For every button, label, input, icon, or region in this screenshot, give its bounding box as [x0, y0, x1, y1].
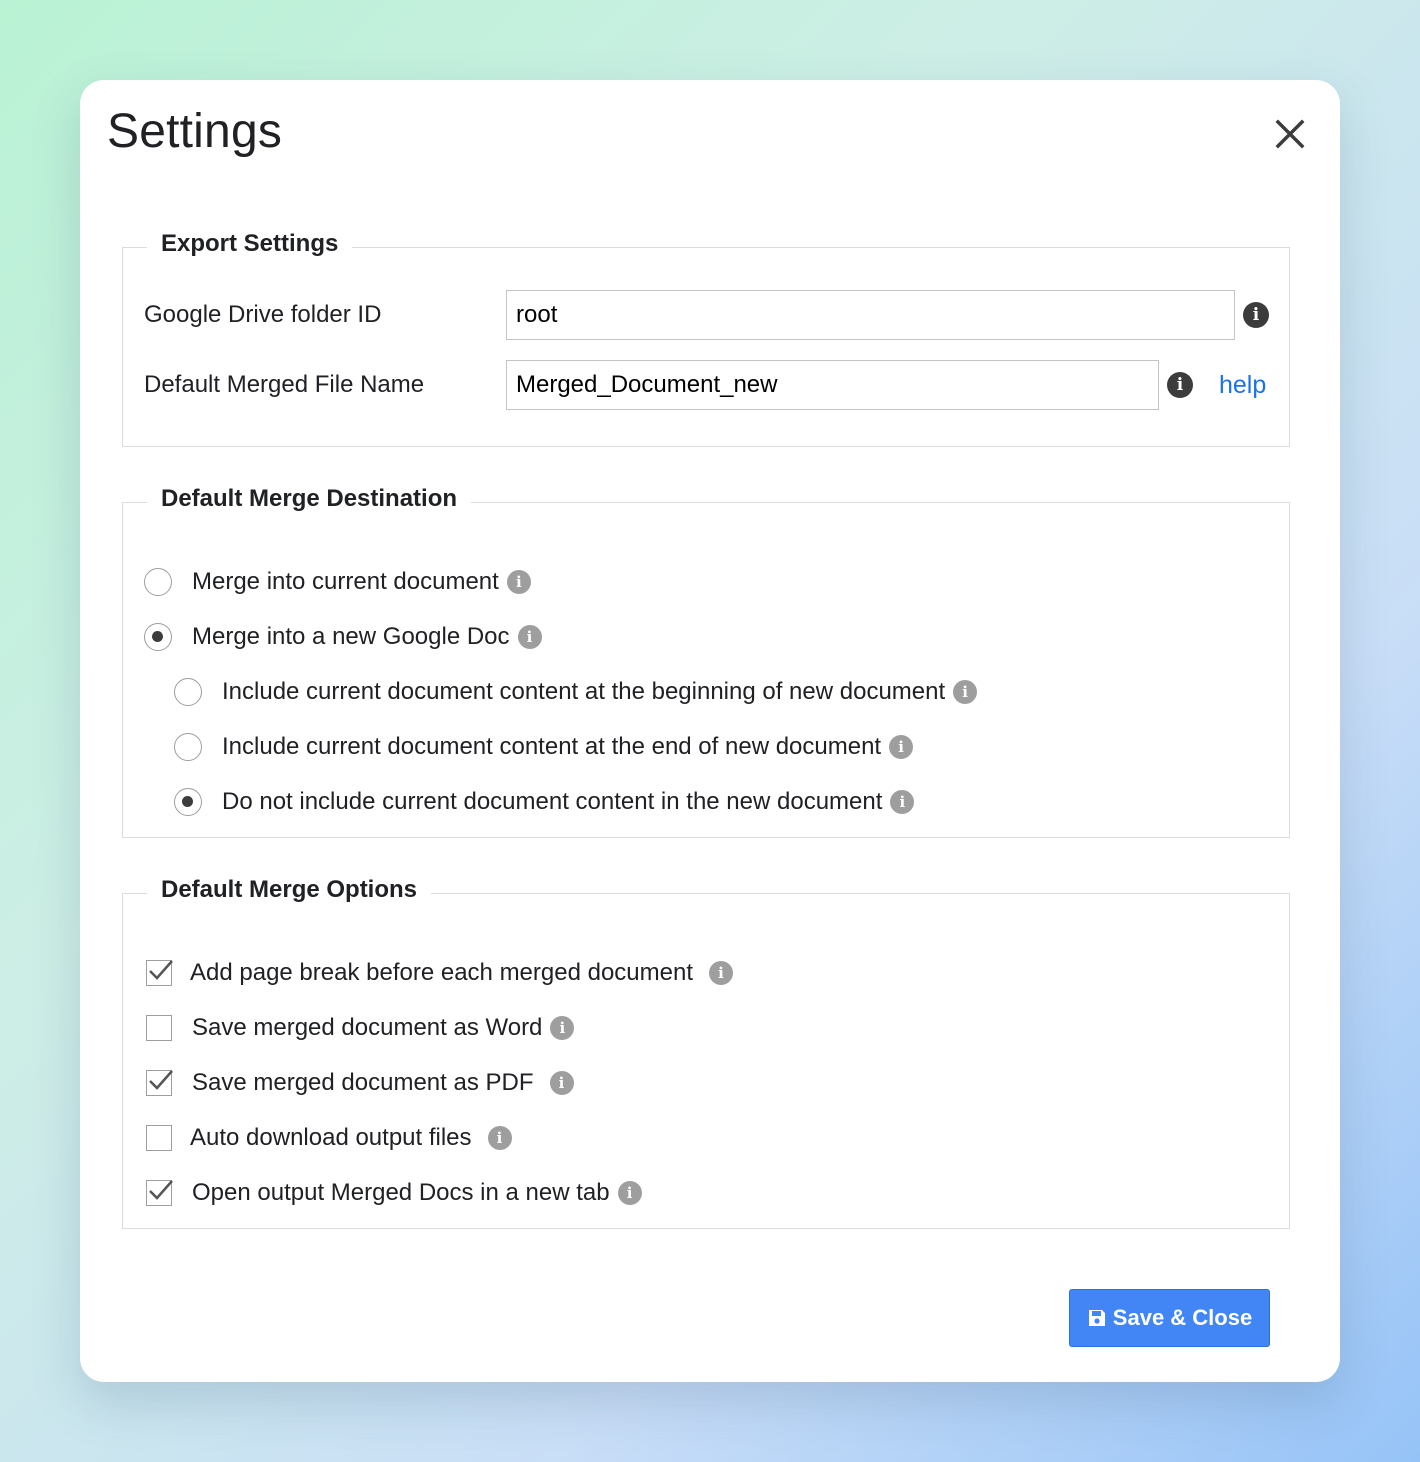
merge-options-section: Default Merge Options Add page break bef…: [122, 876, 1290, 1229]
content-option[interactable]: Do not include current document content …: [174, 785, 915, 819]
floppy-disk-icon: [1088, 1310, 1105, 1326]
info-icon[interactable]: i: [517, 625, 542, 649]
filename-label: Default Merged File Name: [144, 371, 425, 398]
checkmark-icon: [149, 960, 173, 980]
merge-destination-section: Default Merge Destination Merge into cur…: [122, 485, 1290, 838]
info-icon[interactable]: i: [889, 735, 914, 759]
content-radio[interactable]: [174, 733, 202, 761]
destination-option-label: Merge into current document: [192, 568, 499, 595]
merge-option-label: Add page break before each merged docume…: [190, 959, 694, 986]
destination-radio[interactable]: [144, 568, 172, 596]
merge-option-checkbox[interactable]: [146, 1125, 172, 1151]
content-option[interactable]: Include current document content at the …: [174, 730, 914, 764]
merge-options-legend: Default Merge Options: [147, 876, 432, 904]
help-link[interactable]: help: [1219, 371, 1266, 400]
content-option-label: Include current document content at the …: [222, 678, 946, 705]
export-settings-legend: Export Settings: [147, 230, 353, 258]
export-settings-section: Export Settings Google Drive folder ID i…: [122, 230, 1290, 447]
destination-radio[interactable]: [144, 623, 172, 651]
info-icon[interactable]: i: [953, 680, 978, 704]
save-close-label: Save & Close: [1112, 1305, 1253, 1330]
destination-option[interactable]: Merge into current document i: [144, 565, 531, 599]
merge-option[interactable]: Save merged document as Word i: [146, 1011, 575, 1045]
merge-option[interactable]: Auto download output files i: [146, 1121, 512, 1155]
content-radio[interactable]: [174, 788, 202, 816]
merge-option-checkbox[interactable]: [146, 960, 173, 986]
filename-input[interactable]: [506, 360, 1159, 410]
content-option-label: Do not include current document content …: [222, 788, 883, 815]
merge-option-checkbox[interactable]: [146, 1180, 173, 1206]
folder-id-input[interactable]: [506, 290, 1235, 340]
merge-option[interactable]: Open output Merged Docs in a new tab i: [146, 1176, 642, 1210]
folder-id-label: Google Drive folder ID: [144, 301, 382, 328]
filename-info-icon[interactable]: i: [1167, 372, 1193, 398]
merge-option-checkbox[interactable]: [146, 1015, 172, 1041]
content-option-label: Include current document content at the …: [222, 733, 882, 760]
checkmark-icon: [149, 1180, 173, 1200]
merge-option-label: Save merged document as Word: [192, 1014, 543, 1041]
save-close-button[interactable]: Save & Close: [1069, 1289, 1270, 1347]
close-button[interactable]: [1268, 112, 1312, 156]
merge-option[interactable]: Add page break before each merged docume…: [146, 956, 734, 990]
merge-option-label: Save merged document as PDF: [192, 1069, 534, 1096]
info-icon[interactable]: i: [617, 1181, 642, 1205]
info-icon[interactable]: i: [549, 1071, 574, 1095]
dialog-title: Settings: [107, 105, 283, 158]
info-icon[interactable]: i: [487, 1126, 512, 1150]
merge-option-checkbox[interactable]: [146, 1070, 173, 1096]
checkmark-icon: [149, 1070, 173, 1090]
info-icon[interactable]: i: [506, 570, 531, 594]
merge-option-label: Open output Merged Docs in a new tab: [192, 1179, 610, 1206]
content-option[interactable]: Include current document content at the …: [174, 675, 978, 709]
info-icon[interactable]: i: [709, 961, 734, 985]
content-radio[interactable]: [174, 678, 202, 706]
destination-option[interactable]: Merge into a new Google Doc i: [144, 620, 542, 654]
info-icon[interactable]: i: [550, 1016, 575, 1040]
merge-option-label: Auto download output files: [190, 1124, 472, 1151]
close-icon: [1275, 119, 1305, 149]
folder-id-info-icon[interactable]: i: [1243, 302, 1269, 328]
merge-option[interactable]: Save merged document as PDF i: [146, 1066, 574, 1100]
merge-destination-legend: Default Merge Destination: [147, 485, 472, 513]
destination-option-label: Merge into a new Google Doc: [192, 623, 510, 650]
info-icon[interactable]: i: [890, 790, 915, 814]
settings-dialog: Settings Export Settings Google Drive fo…: [80, 80, 1340, 1382]
